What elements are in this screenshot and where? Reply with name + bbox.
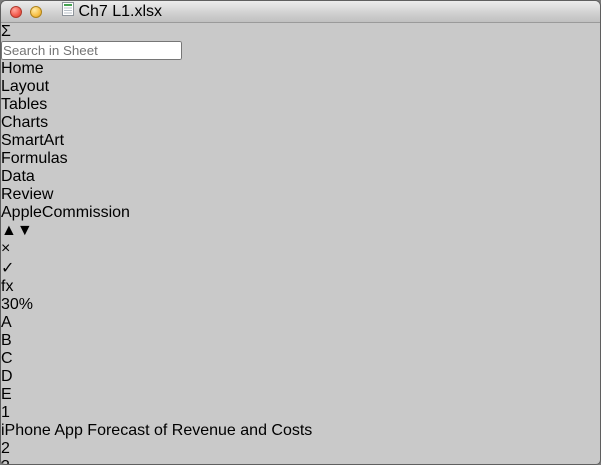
row-header-1[interactable]: 1 xyxy=(1,404,600,422)
workbook-document-icon xyxy=(62,2,74,16)
tab-tables[interactable]: Tables xyxy=(1,96,600,114)
ribbon-tab-list: Home Layout Tables Charts SmartArt Formulas Da… xyxy=(1,60,600,204)
row-header-3[interactable]: 3 xyxy=(1,458,600,464)
search-box[interactable] xyxy=(1,41,600,60)
name-box-stepper[interactable]: ▲▼ xyxy=(1,222,600,240)
ribbon-tab-label: Review xyxy=(1,186,54,203)
cell-A1[interactable]: iPhone App Forecast of Revenue and Costs xyxy=(1,422,600,440)
column-header-A[interactable]: A xyxy=(1,314,600,332)
column-headers: ABCDE xyxy=(1,314,600,404)
tab-review[interactable]: Review xyxy=(1,186,600,204)
insert-function-button[interactable]: fx xyxy=(1,278,600,296)
column-header-C[interactable]: C xyxy=(1,350,600,368)
ribbon-tab-label: Formulas xyxy=(1,150,68,167)
window-controls xyxy=(10,5,62,18)
autosum-icon: Σ xyxy=(1,23,11,40)
ribbon-tab-label: Layout xyxy=(1,78,50,95)
ribbon-tab-label: Data xyxy=(1,168,35,185)
tab-smartart[interactable]: SmartArt xyxy=(1,132,600,150)
search-input[interactable] xyxy=(1,41,182,60)
title-bar[interactable]: Ch7 L1.xlsx xyxy=(1,1,600,23)
toolbar: Σ xyxy=(1,23,600,60)
name-box[interactable]: AppleCommission xyxy=(1,204,600,222)
column-header-E[interactable]: E xyxy=(1,386,600,404)
ribbon-tab-label: SmartArt xyxy=(1,132,65,149)
grid-row-3: 3Assumptions xyxy=(1,458,600,464)
excel-window: Ch7 L1.xlsx Σ HomeLayoutTablesChartsSmar… xyxy=(0,0,601,465)
window-title: Ch7 L1.xlsx xyxy=(78,3,163,20)
zoom-button[interactable] xyxy=(50,6,62,18)
formula-bar: AppleCommission ▲▼ × ✓ fx 30% xyxy=(1,204,600,314)
formula-input[interactable]: 30% xyxy=(1,296,600,314)
ribbon-tab-label: Tables xyxy=(1,96,48,113)
tab-charts[interactable]: Charts xyxy=(1,114,600,132)
column-header-D[interactable]: D xyxy=(1,368,600,386)
grid-row-1: 1 iPhone App Forecast of Revenue and Cost… xyxy=(1,404,600,440)
tab-formulas[interactable]: Formulas xyxy=(1,150,600,168)
cancel-entry-button[interactable]: × xyxy=(1,240,600,258)
grid-row-2: 2 xyxy=(1,440,600,458)
close-button[interactable] xyxy=(10,5,22,18)
minimize-button[interactable] xyxy=(30,5,42,18)
toolbar-buttons: Σ xyxy=(1,23,600,41)
ribbon: Home Layout Tables Charts SmartArt Formulas Da… xyxy=(1,60,600,204)
title-area: Ch7 L1.xlsx xyxy=(62,2,162,21)
tab-home[interactable]: Home xyxy=(1,60,600,78)
tab-layout[interactable]: Layout xyxy=(1,78,600,96)
column-header-B[interactable]: B xyxy=(1,332,600,350)
row-header-2[interactable]: 2 xyxy=(1,440,600,458)
ribbon-tab-label: Home xyxy=(1,60,44,77)
accept-entry-button[interactable]: ✓ xyxy=(1,258,600,278)
ribbon-tab-label: Charts xyxy=(1,114,49,131)
grid-body: 1 iPhone App Forecast of Revenue and Cost… xyxy=(1,404,600,464)
tab-data[interactable]: Data xyxy=(1,168,600,186)
sheet-area: ABCDE 1 iPhone App Forecast of Revenue an… xyxy=(1,314,600,464)
autosum-button[interactable]: Σ xyxy=(1,23,600,41)
grid: ABCDE 1 iPhone App Forecast of Revenue an… xyxy=(1,314,600,464)
